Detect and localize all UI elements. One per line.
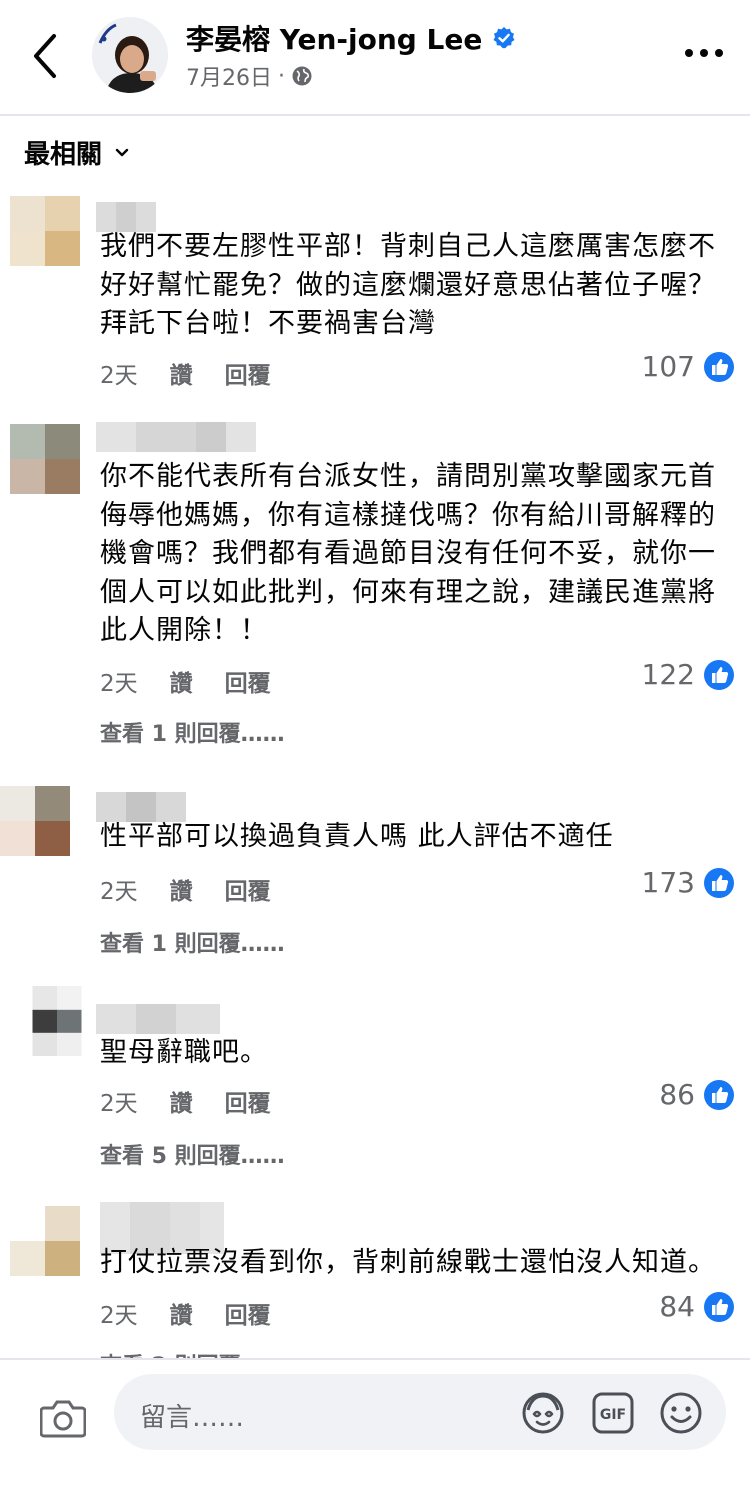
comment-time: 2天 bbox=[100, 1091, 138, 1117]
thumbs-up-icon bbox=[704, 1079, 734, 1110]
globe-icon bbox=[292, 66, 312, 86]
like-button[interactable]: 讚 bbox=[170, 872, 193, 906]
reaction-count[interactable]: 86 bbox=[659, 1078, 735, 1111]
comment-text: 聖母辭職吧。 bbox=[100, 1037, 268, 1068]
reply-button[interactable]: 回覆 bbox=[225, 1084, 271, 1118]
avatar-sticker-icon[interactable] bbox=[520, 1390, 566, 1436]
comment-actions: 2天 讚 回覆 bbox=[100, 664, 303, 698]
author-avatar[interactable] bbox=[92, 17, 168, 93]
like-count: 122 bbox=[641, 658, 695, 691]
comment-time: 2天 bbox=[100, 1303, 138, 1329]
thumbs-up-icon bbox=[704, 351, 734, 382]
commenter-name-blurred[interactable] bbox=[96, 422, 256, 452]
author-name-text: 李晏榕 Yen-jong Lee bbox=[186, 23, 483, 56]
view-replies-link[interactable]: 查看 5 則回覆…… bbox=[100, 1138, 285, 1170]
chevron-down-icon bbox=[115, 148, 129, 156]
smile-icon[interactable] bbox=[658, 1390, 704, 1436]
thumbs-up-icon bbox=[704, 867, 734, 898]
view-replies-link[interactable]: 查看 1 則回覆…… bbox=[100, 716, 285, 748]
commenter-avatar[interactable] bbox=[10, 196, 80, 266]
reply-button[interactable]: 回覆 bbox=[225, 356, 271, 390]
commenter-avatar[interactable] bbox=[22, 986, 92, 1056]
sort-label: 最相關 bbox=[24, 140, 103, 170]
thumbs-up-icon bbox=[704, 1291, 734, 1322]
view-replies-link[interactable]: 查看 1 則回覆…… bbox=[100, 926, 285, 958]
comment-text: 我們不要左膠性平部！背刺自己人這麼厲害怎麼不好好幫忙罷免？做的這麼爛還好意思佔著… bbox=[100, 231, 716, 339]
header-divider bbox=[0, 114, 750, 116]
post-date-text: 7月26日 bbox=[186, 66, 272, 91]
comment-time: 2天 bbox=[100, 363, 138, 389]
comment-text: 性平部可以換過負責人嗎 此人評估不適任 bbox=[100, 821, 614, 852]
commenter-avatar[interactable] bbox=[0, 786, 70, 856]
like-button[interactable]: 讚 bbox=[170, 664, 193, 698]
commenter-avatar[interactable] bbox=[10, 1206, 80, 1276]
reaction-count[interactable]: 122 bbox=[642, 658, 735, 691]
comment-text: 你不能代表所有台派女性，請問別黨攻擊國家元首侮辱他媽媽，你有這樣撻伐嗎？你有給川… bbox=[100, 461, 716, 646]
chevron-left-icon[interactable] bbox=[28, 30, 68, 82]
commenter-avatar[interactable] bbox=[10, 424, 80, 494]
reply-button[interactable]: 回覆 bbox=[225, 664, 271, 698]
comment-sort-dropdown[interactable]: 最相關 bbox=[24, 134, 132, 171]
author-portrait-icon bbox=[92, 17, 168, 93]
like-count: 84 bbox=[659, 1290, 695, 1323]
reaction-count[interactable]: 107 bbox=[642, 350, 735, 383]
like-count: 86 bbox=[659, 1078, 695, 1111]
camera-icon[interactable] bbox=[40, 1398, 86, 1438]
comment-input-placeholder: 留言…… bbox=[140, 1403, 245, 1433]
svg-text:GIF: GIF bbox=[600, 1407, 626, 1423]
comment-text: 打仗拉票沒看到你，背刺前線戰士還怕沒人知道。 bbox=[100, 1247, 716, 1278]
comment-actions: 2天 讚 回覆 bbox=[100, 1296, 303, 1330]
comment-composer: 留言…… GIF bbox=[0, 1358, 750, 1497]
like-button[interactable]: 讚 bbox=[170, 1296, 193, 1330]
like-button[interactable]: 讚 bbox=[170, 356, 193, 390]
comment-actions: 2天 讚 回覆 bbox=[100, 872, 303, 906]
like-count: 173 bbox=[641, 866, 695, 899]
post-timestamp[interactable]: 7月26日 · bbox=[186, 60, 313, 92]
more-dots-icon[interactable] bbox=[682, 43, 726, 63]
like-button[interactable]: 讚 bbox=[170, 1084, 193, 1118]
post-author-name[interactable]: 李晏榕 Yen-jong Lee bbox=[186, 18, 516, 58]
reaction-count[interactable]: 173 bbox=[642, 866, 735, 899]
comment-actions: 2天 讚 回覆 bbox=[100, 1084, 303, 1118]
reaction-count[interactable]: 84 bbox=[659, 1290, 735, 1323]
comment-input[interactable]: 留言…… GIF bbox=[114, 1374, 726, 1450]
comment-time: 2天 bbox=[100, 671, 138, 697]
reply-button[interactable]: 回覆 bbox=[225, 1296, 271, 1330]
comment-time: 2天 bbox=[100, 879, 138, 905]
like-count: 107 bbox=[641, 350, 695, 383]
gif-icon[interactable]: GIF bbox=[590, 1390, 636, 1436]
thumbs-up-icon bbox=[704, 659, 734, 690]
reply-button[interactable]: 回覆 bbox=[225, 872, 271, 906]
comment-actions: 2天 讚 回覆 bbox=[100, 356, 303, 390]
commenter-name-blurred[interactable] bbox=[96, 1004, 220, 1034]
post-header: 李晏榕 Yen-jong Lee 7月26日 · bbox=[0, 0, 750, 114]
verified-badge-icon bbox=[493, 27, 515, 49]
date-separator: · bbox=[278, 63, 285, 89]
